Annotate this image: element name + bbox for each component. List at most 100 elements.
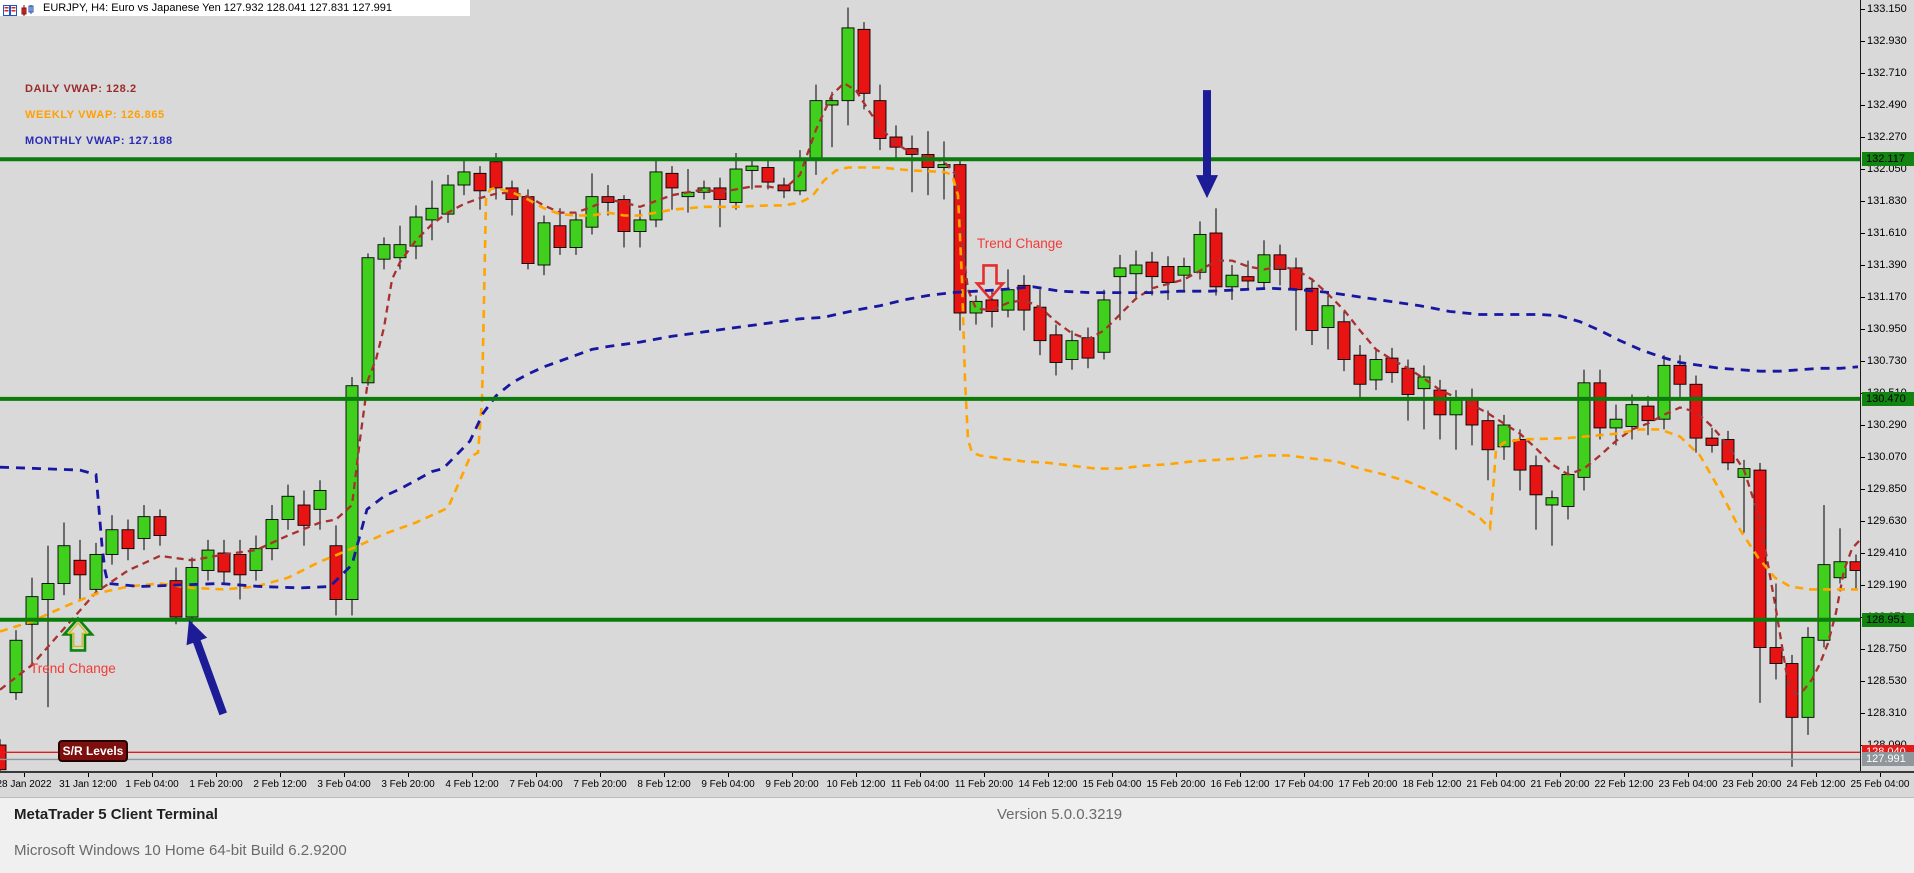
price-tick: 131.390 (1861, 259, 1914, 272)
sr-levels-button[interactable]: S/R Levels (58, 740, 128, 762)
time-tick (1688, 773, 1689, 777)
time-axis-label: 1 Feb 04:00 (125, 779, 179, 790)
time-tick (1112, 773, 1113, 777)
weekly-vwap-label: WEEKLY VWAP: 126.865 (25, 109, 165, 121)
candlestick-series (0, 7, 1860, 771)
time-tick (1816, 773, 1817, 777)
time-axis-label: 25 Feb 04:00 (1850, 779, 1910, 790)
price-tick: 132.490 (1861, 99, 1914, 112)
price-tick: 132.930 (1861, 35, 1914, 48)
time-axis-label: 7 Feb 20:00 (573, 779, 627, 790)
terminal-version: Version 5.0.0.3219 (997, 806, 1123, 823)
time-tick (1560, 773, 1561, 777)
time-tick (1304, 773, 1305, 777)
time-tick (216, 773, 217, 777)
time-axis-label: 15 Feb 04:00 (1082, 779, 1142, 790)
time-axis-label: 24 Feb 12:00 (1786, 779, 1846, 790)
price-tick: 128.530 (1861, 675, 1914, 688)
price-tick: 130.730 (1861, 355, 1914, 368)
sr-price-label: 130.470 (1862, 391, 1914, 406)
time-axis-label: 3 Feb 20:00 (381, 779, 435, 790)
price-tick: 131.830 (1861, 195, 1914, 208)
time-axis-label: 9 Feb 04:00 (701, 779, 755, 790)
time-axis-label: 1 Feb 20:00 (189, 779, 243, 790)
price-tick: 130.290 (1861, 419, 1914, 432)
price-tick: 129.410 (1861, 547, 1914, 560)
price-tick: 129.850 (1861, 483, 1914, 496)
time-tick (536, 773, 537, 777)
price-axis[interactable]: 133.150 132.930 132.710 132.490 132.270 132.0… (1860, 0, 1914, 771)
terminal-title: MetaTrader 5 Client Terminal (14, 806, 218, 823)
time-axis-label: 22 Feb 12:00 (1594, 779, 1654, 790)
time-tick (984, 773, 985, 777)
price-tick: 129.630 (1861, 515, 1914, 528)
time-tick (1240, 773, 1241, 777)
vwap-indicator-labels: DAILY VWAP: 128.2 WEEKLY VWAP: 126.865 M… (25, 83, 173, 161)
pointer-arrow-low (186, 619, 227, 716)
trend-up-arrow (61, 616, 95, 652)
time-tick (152, 773, 153, 777)
mt5-window: EURJPY, H4: Euro vs Japanese Yen 127.932… (0, 0, 1914, 873)
time-axis-label: 18 Feb 12:00 (1402, 779, 1462, 790)
time-tick (1048, 773, 1049, 777)
terminal-os-info: Microsoft Windows 10 Home 64-bit Build 6… (14, 842, 347, 859)
time-axis-label: 10 Feb 12:00 (826, 779, 886, 790)
time-axis-label: 11 Feb 20:00 (954, 779, 1014, 790)
time-tick (792, 773, 793, 777)
price-tick: 131.170 (1861, 291, 1914, 304)
time-tick (472, 773, 473, 777)
price-tick: 130.070 (1861, 451, 1914, 464)
time-tick (280, 773, 281, 777)
sr-price-label: 128.951 (1862, 612, 1914, 627)
bid-line-label: 127.991 (1862, 752, 1914, 767)
price-tick: 132.270 (1861, 131, 1914, 144)
time-tick (408, 773, 409, 777)
trend-down-arrow (974, 264, 1006, 301)
sr-price-label: 132.117 (1862, 152, 1914, 167)
time-axis-label: 7 Feb 04:00 (509, 779, 563, 790)
trend-change-label-1: Trend Change (30, 660, 116, 676)
price-tick: 130.950 (1861, 323, 1914, 336)
price-tick: 133.150 (1861, 3, 1914, 16)
time-axis-label: 23 Feb 04:00 (1658, 779, 1718, 790)
time-axis[interactable]: 28 Jan 2022 31 Jan 12:00 1 Feb 04:00 1 Feb … (0, 771, 1914, 797)
time-axis-label: 8 Feb 12:00 (637, 779, 691, 790)
time-axis-label: 16 Feb 12:00 (1210, 779, 1270, 790)
time-axis-label: 21 Feb 04:00 (1466, 779, 1526, 790)
time-axis-label: 9 Feb 20:00 (765, 779, 819, 790)
monthly-vwap-label: MONTHLY VWAP: 127.188 (25, 135, 173, 147)
chart-region: EURJPY, H4: Euro vs Japanese Yen 127.932… (0, 0, 1914, 771)
time-tick (1624, 773, 1625, 777)
time-tick (664, 773, 665, 777)
time-tick (24, 773, 25, 777)
trend-change-label-2: Trend Change (977, 235, 1063, 251)
pointer-arrow-high (1196, 90, 1218, 199)
price-tick: 128.310 (1861, 707, 1914, 720)
time-axis-label: 3 Feb 04:00 (317, 779, 371, 790)
time-tick (1368, 773, 1369, 777)
time-axis-label: 15 Feb 20:00 (1146, 779, 1206, 790)
price-tick: 129.190 (1861, 579, 1914, 592)
price-tick: 131.610 (1861, 227, 1914, 240)
time-axis-label: 23 Feb 20:00 (1722, 779, 1782, 790)
time-axis-label: 14 Feb 12:00 (1018, 779, 1078, 790)
time-tick (1176, 773, 1177, 777)
time-tick (88, 773, 89, 777)
price-tick: 128.750 (1861, 643, 1914, 656)
time-tick (920, 773, 921, 777)
time-tick (344, 773, 345, 777)
time-axis-label: 4 Feb 12:00 (445, 779, 499, 790)
chart-plot-surface[interactable] (0, 0, 1860, 771)
time-axis-label: 21 Feb 20:00 (1530, 779, 1590, 790)
time-tick (1752, 773, 1753, 777)
time-axis-label: 28 Jan 2022 (0, 779, 52, 790)
time-tick (1432, 773, 1433, 777)
status-bar: MetaTrader 5 Client Terminal Version 5.0… (0, 797, 1914, 873)
time-axis-label: 31 Jan 12:00 (59, 779, 117, 790)
price-tick: 132.710 (1861, 67, 1914, 80)
time-axis-label: 11 Feb 04:00 (890, 779, 950, 790)
time-tick (1880, 773, 1881, 777)
time-tick (856, 773, 857, 777)
time-tick (728, 773, 729, 777)
time-axis-label: 17 Feb 20:00 (1338, 779, 1398, 790)
